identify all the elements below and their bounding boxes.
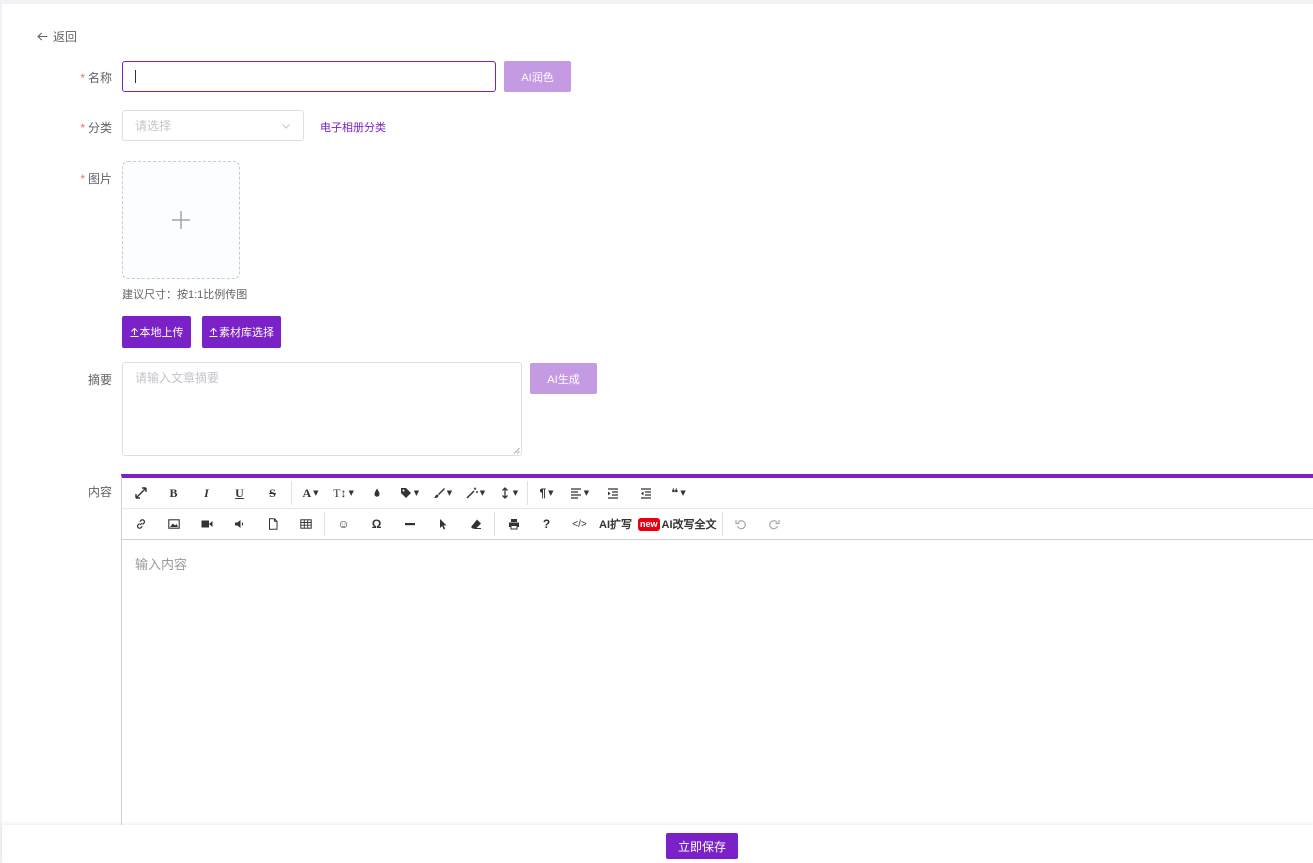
image-size-hint: 建议尺寸：按1:1比例传图 [122,289,248,301]
fullscreen-icon[interactable] [124,481,157,505]
toolbar-separator [291,481,292,505]
arrow-left-icon [37,32,48,41]
brush-icon[interactable]: ▼ [426,481,459,505]
emoji-icon[interactable]: ☺ [327,512,360,536]
image-icon[interactable] [157,512,190,536]
ai-expand-button[interactable]: AI扩写 [596,512,635,536]
audio-icon[interactable] [223,512,256,536]
quote-icon[interactable]: ❝ ▼ [662,481,695,505]
video-icon[interactable] [190,512,223,536]
back-label: 返回 [53,30,78,44]
font-family-icon[interactable]: A ▼ [294,481,327,505]
toolbar-separator [721,512,723,536]
rich-text-editor: B I U S A ▼ T↕ ▼ ▼ ▼ ▼ ▼ ¶ ▼ ▼ ❝ ▼ ☺ Ω ?… [121,474,1313,829]
ai-rewrite-button[interactable]: new AI改写全文 [635,512,720,536]
library-select-label: 素材库选择 [219,327,274,339]
magic-wand-icon[interactable]: ▼ [459,481,492,505]
content-label: 内容 [87,485,112,499]
image-label: * 图片 [80,172,112,186]
outdent-icon[interactable] [629,481,662,505]
ai-rewrite-label: AI改写全文 [661,519,717,531]
summary-textarea[interactable]: 请输入文章摘要 [122,362,522,456]
help-icon[interactable]: ? [530,512,563,536]
redo-icon[interactable] [758,512,791,536]
new-badge: new [638,517,660,531]
bold-icon[interactable]: B [157,481,190,505]
upload-icon [209,327,218,337]
upload-icon [130,327,138,337]
line-height-icon[interactable]: ▼ [492,481,525,505]
toolbar-separator [324,512,325,536]
tag-icon[interactable]: ▼ [393,481,426,505]
eraser-icon[interactable] [459,512,492,536]
file-icon[interactable] [256,512,289,536]
print-icon[interactable] [497,512,530,536]
editor-toolbar-row-2: ☺ Ω ? </> AI扩写 new AI改写全文 [122,509,1313,540]
special-char-icon[interactable]: Ω [360,512,393,536]
category-label: * 分类 [80,121,112,135]
horizontal-rule-icon[interactable] [393,512,426,536]
album-category-link[interactable]: 电子相册分类 [320,119,386,135]
footer-bar: 立即保存 [2,825,1313,863]
indent-icon[interactable] [596,481,629,505]
align-icon[interactable]: ▼ [563,481,596,505]
editor-placeholder: 输入内容 [135,557,188,572]
back-link[interactable]: 返回 [36,28,77,45]
ai-generate-button[interactable]: AI生成 [530,363,597,394]
image-upload-box[interactable] [122,161,240,279]
editor-toolbar-row-1: B I U S A ▼ T↕ ▼ ▼ ▼ ▼ ▼ ¶ ▼ ▼ ❝ ▼ [122,478,1313,509]
editor-content-area[interactable]: 输入内容 [122,540,1313,587]
local-upload-label: 本地上传 [139,327,184,339]
name-label: * 名称 [80,71,112,85]
summary-placeholder: 请输入文章摘要 [135,371,220,385]
paragraph-icon[interactable]: ¶ ▼ [530,481,563,505]
local-upload-button[interactable]: 本地上传 [122,316,191,348]
resize-handle-icon[interactable] [513,447,520,454]
font-size-icon[interactable]: T↕ ▼ [327,481,360,505]
undo-icon[interactable] [725,512,758,536]
source-code-icon[interactable]: </> [563,512,596,536]
toolbar-separator [527,481,528,505]
plus-icon [172,211,190,229]
category-select[interactable]: 请选择 [122,110,304,141]
save-button[interactable]: 立即保存 [666,833,738,859]
ai-polish-button[interactable]: AI润色 [504,61,571,92]
cursor-icon[interactable] [426,512,459,536]
text-caret [135,70,136,83]
text-color-icon[interactable] [360,481,393,505]
toolbar-separator [494,512,495,536]
name-input[interactable] [122,61,496,92]
strikethrough-icon[interactable]: S [256,481,289,505]
library-select-button[interactable]: 素材库选择 [202,316,281,348]
italic-icon[interactable]: I [190,481,223,505]
category-placeholder: 请选择 [135,119,172,133]
summary-label: 摘要 [87,373,112,387]
link-icon[interactable] [124,512,157,536]
table-icon[interactable] [289,512,322,536]
underline-icon[interactable]: U [223,481,256,505]
page: 返回 * 名称 AI润色 * 分类 请选择 电子相册分类 * 图片 建议尺寸：按1:1… [2,4,1313,863]
chevron-down-icon [282,123,290,129]
